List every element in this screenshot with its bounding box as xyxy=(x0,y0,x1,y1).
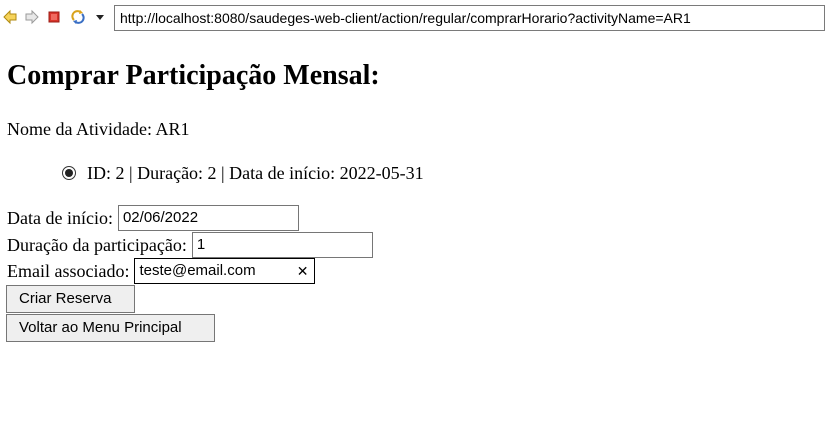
email-input[interactable]: teste@email.com ✕ xyxy=(134,258,316,284)
duration-row: Duração da participação: 1 xyxy=(7,232,373,258)
create-reservation-button[interactable]: Criar Reserva xyxy=(6,285,135,313)
activity-label: Nome da Atividade: xyxy=(7,119,152,139)
activity-name-line: Nome da Atividade: AR1 xyxy=(7,118,190,140)
dropdown-arrow-icon[interactable] xyxy=(92,9,108,25)
email-row: Email associado: teste@email.com ✕ xyxy=(7,258,316,284)
start-date-input[interactable]: 02/06/2022 xyxy=(117,205,299,231)
email-value: teste@email.com xyxy=(139,262,256,279)
page-title: Comprar Participação Mensal: xyxy=(7,60,380,91)
back-arrow-icon[interactable] xyxy=(2,9,18,25)
duration-input[interactable]: 1 xyxy=(191,232,373,258)
start-date-label: Data de início: xyxy=(7,207,113,228)
email-label: Email associado: xyxy=(7,260,130,281)
schedule-option[interactable]: ID: 2 | Duração: 2 | Data de início: 202… xyxy=(60,162,424,184)
browser-toolbar: http://localhost:8080/saudeges-web-clien… xyxy=(0,0,825,36)
duration-label: Duração da participação: xyxy=(7,234,187,255)
back-to-main-menu-button[interactable]: Voltar ao Menu Principal xyxy=(6,314,215,342)
schedule-radio-button[interactable] xyxy=(62,166,76,180)
forward-arrow-icon[interactable] xyxy=(24,9,40,25)
address-bar[interactable]: http://localhost:8080/saudeges-web-clien… xyxy=(114,5,825,31)
refresh-icon[interactable] xyxy=(70,9,86,25)
start-date-row: Data de início: 02/06/2022 xyxy=(7,205,299,231)
stop-icon[interactable] xyxy=(46,9,62,25)
clear-field-icon[interactable]: ✕ xyxy=(297,259,309,283)
activity-value: AR1 xyxy=(155,119,190,139)
schedule-option-label: ID: 2 | Duração: 2 | Data de início: 202… xyxy=(87,163,424,183)
radio-selected-dot xyxy=(65,169,73,177)
